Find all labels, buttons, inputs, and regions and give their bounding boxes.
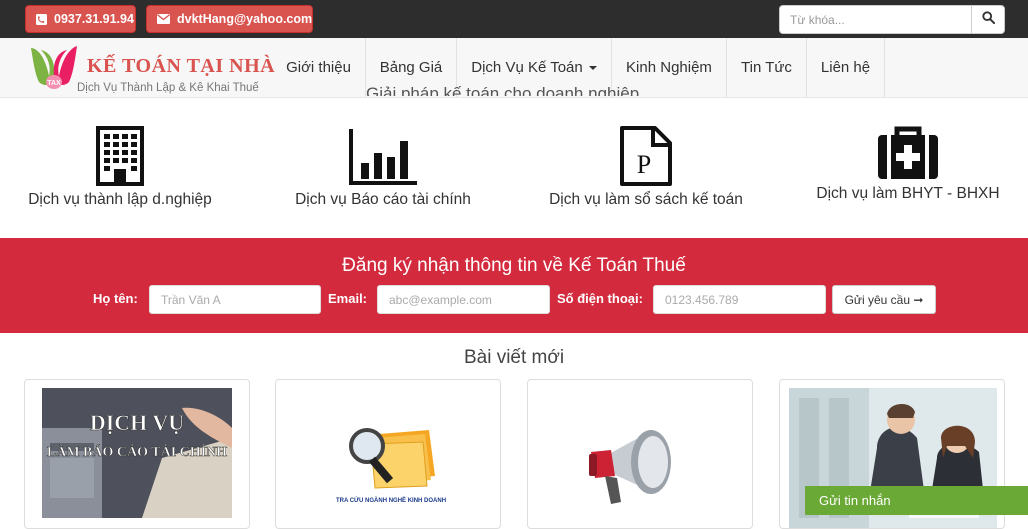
megaphone-icon: [589, 430, 671, 504]
name-label: Họ tên:: [93, 291, 138, 306]
name-input[interactable]: Trần Văn A: [149, 285, 321, 314]
nav-label: Bảng Giá: [379, 59, 443, 76]
chat-button[interactable]: Gửi tin nhắn: [805, 486, 1028, 515]
bar-chart-icon: [349, 129, 417, 185]
email-label: Email:: [328, 291, 368, 306]
nav-label: Kinh Nghiệm: [626, 59, 712, 76]
phone-number: 0937.31.91.94: [54, 12, 134, 26]
svg-text:P: P: [637, 150, 651, 179]
email-input[interactable]: abc@example.com: [377, 285, 550, 314]
phone-button[interactable]: 0937.31.91.94: [25, 5, 136, 33]
search-icon: [981, 10, 995, 29]
register-title: Đăng ký nhận thông tin về Kế Toán Thuế: [342, 255, 686, 276]
nav-label: Liên hệ: [820, 59, 871, 76]
search-form: Từ khóa...: [779, 5, 1005, 34]
register-section: Đăng ký nhận thông tin về Kế Toán Thuế H…: [0, 238, 1028, 333]
site-logo[interactable]: TAX KẾ TOÁN TẠI NHÀ Dịch Vụ Thành Lập & …: [27, 42, 275, 94]
post-image-caption: TRA CỨU NGÀNH NGHỀ KINH DOANH: [336, 497, 446, 504]
nav-label: Tin Tức: [741, 59, 792, 76]
search-button[interactable]: [971, 5, 1005, 34]
post-image-caption: DỊCH VỤ: [90, 410, 184, 435]
nav-label: Dịch Vụ Kế Toán: [471, 59, 583, 76]
phone-label: Số điện thoại:: [557, 291, 643, 306]
phone-input[interactable]: 0123.456.789: [653, 285, 826, 314]
email-button[interactable]: dvktHang@yahoo.com: [146, 5, 313, 33]
post-image-bao-cao: DỊCH VỤ LÀM BÁO CÁO TÀI CHÍNH: [42, 388, 232, 518]
logo-tagline: Dịch Vụ Thành Lập & Kê Khai Thuế: [77, 82, 259, 94]
caret-down-icon: [588, 65, 597, 70]
svg-text:TAX: TAX: [47, 80, 61, 87]
nav-item-gioi-thieu[interactable]: Giới thiệu: [272, 38, 366, 97]
logo-name: KẾ TOÁN TẠI NHÀ: [87, 55, 276, 77]
nav-item-lien-he[interactable]: Liên hệ: [807, 38, 885, 97]
building-icon: [96, 126, 144, 186]
email-address: dvktHang@yahoo.com: [177, 12, 313, 26]
service-label: Dịch vụ làm sổ sách kế toán: [549, 191, 743, 208]
nav-label: Giới thiệu: [286, 59, 351, 76]
posts-title: Bài viết mới: [463, 347, 565, 368]
service-so-sach[interactable]: P Dịch vụ làm sổ sách kế toán: [546, 125, 746, 209]
submit-button[interactable]: Gửi yêu cầu ➞: [832, 285, 936, 314]
post-image-caption: LÀM BÁO CÁO TÀI CHÍNH: [47, 443, 227, 460]
service-bao-cao[interactable]: Dịch vụ Báo cáo tài chính: [283, 125, 483, 209]
medkit-icon: [878, 126, 938, 179]
services-heading: Giải pháp kế toán cho doanh nghiệp: [366, 84, 640, 96]
nav-item-tin-tuc[interactable]: Tin Tức: [727, 38, 807, 97]
service-label: Dịch vụ làm BHYT - BHXH: [816, 185, 1000, 202]
service-bhyt-bhxh[interactable]: Dịch vụ làm BHYT - BHXH: [808, 125, 1008, 203]
document-p-icon: P: [620, 126, 672, 186]
post-card[interactable]: [527, 379, 753, 529]
top-bar: 0937.31.91.94 dvktHang@yahoo.com Từ khóa…: [0, 0, 1028, 38]
service-label: Dịch vụ thành lập d.nghiệp: [28, 191, 212, 208]
service-thanh-lap[interactable]: Dịch vụ thành lập d.nghiệp: [20, 125, 220, 209]
search-input[interactable]: Từ khóa...: [779, 5, 972, 34]
post-card[interactable]: DỊCH VỤ LÀM BÁO CÁO TÀI CHÍNH: [24, 379, 250, 529]
post-image-tra-cuu: TRA CỨU NGÀNH NGHỀ KINH DOANH: [331, 416, 451, 506]
post-card[interactable]: TRA CỨU NGÀNH NGHỀ KINH DOANH: [275, 379, 501, 529]
phone-icon: [36, 13, 47, 25]
envelope-icon: [157, 14, 170, 24]
service-label: Dịch vụ Báo cáo tài chính: [295, 191, 471, 208]
